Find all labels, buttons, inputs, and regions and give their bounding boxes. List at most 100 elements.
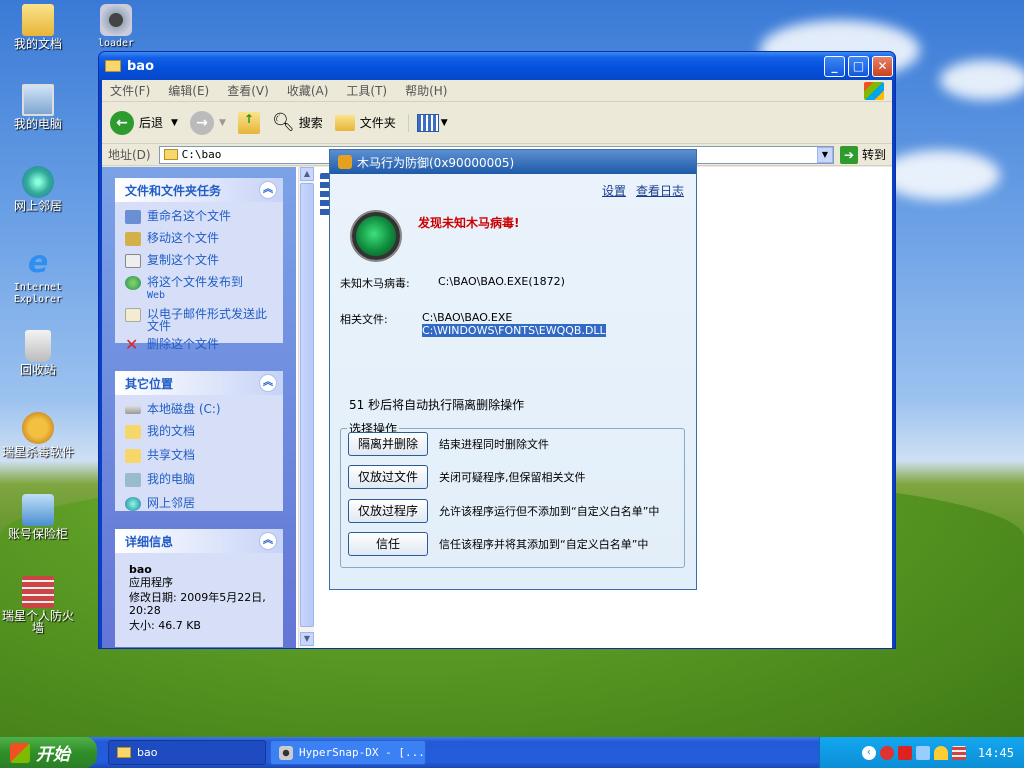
forward-arrow-icon: → (189, 110, 214, 135)
task-copy[interactable]: 复制这个文件 (115, 252, 283, 270)
menu-view[interactable]: 查看(V) (227, 82, 269, 99)
vertical-scrollbar[interactable]: ▲ ▼ (298, 167, 314, 648)
task-move[interactable]: 移动这个文件 (115, 230, 283, 248)
folder-icon (105, 60, 121, 72)
trust-button[interactable]: 信任 (348, 532, 428, 556)
menu-file[interactable]: 文件(F) (110, 82, 150, 99)
desktop-icon-rising-firewall[interactable]: 瑞星个人防火墙 (0, 576, 79, 634)
place-local-disk[interactable]: 本地磁盘 (C:) (115, 401, 283, 417)
other-places-header[interactable]: 其它位置 ︽ (115, 371, 283, 395)
clock[interactable]: 14:45 (978, 746, 1014, 760)
trojan-defense-dialog: 木马行为防御(0x90000005) 设置 查看日志 发现未知木马病毒! 未知木… (329, 149, 697, 590)
place-my-documents[interactable]: 我的文档 (115, 423, 283, 441)
place-label: 网上邻居 (147, 496, 196, 510)
up-folder-button[interactable]: ↑ (237, 111, 260, 134)
desktop-icon-internet-explorer[interactable]: e Internet Explorer (0, 248, 79, 306)
window-title: bao (127, 58, 155, 74)
details-panel: 详细信息 ︽ bao 应用程序 修改日期: 2009年5月22日, 20:28 … (115, 529, 283, 647)
security-icon[interactable] (897, 745, 912, 760)
scroll-thumb[interactable] (300, 183, 314, 627)
menu-favorites[interactable]: 收藏(A) (287, 82, 329, 99)
place-label: 我的电脑 (147, 472, 196, 486)
address-dropdown-button[interactable]: ▼ (816, 146, 833, 163)
task-label: 将这个文件发布到 (147, 275, 244, 289)
system-tray: ‹ 14:45 (819, 737, 1024, 768)
view-log-link[interactable]: 查看日志 (636, 182, 684, 199)
task-label: 删除这个文件 (147, 337, 220, 351)
place-network[interactable]: 网上邻居 (115, 495, 283, 513)
windows-logo-icon (10, 742, 30, 763)
copy-icon (125, 254, 141, 268)
shield-icon[interactable] (879, 745, 894, 760)
place-label: 共享文档 (147, 448, 196, 462)
desktop-icon-my-documents[interactable]: 我的文档 (0, 4, 79, 50)
task-publish[interactable]: 将这个文件发布到 Web (115, 274, 283, 304)
panel-title: 其它位置 (125, 376, 174, 391)
settings-link[interactable]: 设置 (602, 182, 626, 199)
collapse-icon[interactable]: ︽ (259, 532, 277, 550)
firewall-icon[interactable] (951, 745, 966, 760)
folders-button[interactable]: 文件夹 (334, 114, 396, 131)
place-my-computer[interactable]: 我的电脑 (115, 471, 283, 489)
details-modified: 修改日期: 2009年5月22日, 20:28 (129, 591, 266, 617)
file-tasks-header[interactable]: 文件和文件夹任务 ︽ (115, 178, 283, 202)
desktop-icon-my-computer[interactable]: 我的电脑 (0, 84, 79, 130)
desktop-icon-label: 网上邻居 (13, 199, 62, 213)
allow-program-button[interactable]: 仅放过程序 (348, 499, 428, 523)
taskbar-item-hypersnap[interactable]: HyperSnap-DX - [... (270, 740, 426, 765)
scroll-down-button[interactable]: ▼ (300, 632, 314, 646)
task-email[interactable]: 以电子邮件形式发送此文件 (115, 306, 283, 334)
scroll-up-button[interactable]: ▲ (300, 167, 314, 181)
explorer-titlebar[interactable]: bao (99, 52, 895, 80)
collapse-icon[interactable]: ︽ (259, 374, 277, 392)
windows-logo-icon (864, 81, 884, 100)
desktop-icon-label: 回收站 (19, 363, 56, 377)
back-label: 后退 (139, 116, 164, 130)
minimize-button[interactable]: _ (824, 56, 845, 77)
quarantine-delete-button[interactable]: 隔离并删除 (348, 432, 428, 456)
desktop-icon-loader[interactable]: loader (75, 4, 157, 50)
desktop-icon-network[interactable]: 网上邻居 (0, 166, 79, 212)
chevron-down-icon: ▼ (171, 117, 178, 128)
desktop-icon-label: 我的文档 (13, 37, 62, 51)
collapse-icon[interactable]: ︽ (259, 181, 277, 199)
tray-expand-icon[interactable]: ‹ (861, 745, 876, 760)
menu-tools[interactable]: 工具(T) (346, 82, 387, 99)
views-button[interactable]: ▼ (407, 113, 448, 132)
details-size: 大小: 46.7 KB (129, 619, 201, 632)
file-tasks-panel: 文件和文件夹任务 ︽ 重命名这个文件 移动这个文件 复制这个文件 将这个文件发布… (115, 178, 283, 353)
go-button[interactable]: ➔ 转到 (839, 145, 886, 164)
toolbar: ← 后退 ▼ → ▼ ↑ 🔍︎ 搜索 文件夹 ▼ (102, 102, 892, 144)
related-file-selected[interactable]: C:\WINDOWS\FONTS\EWQQB.DLL (422, 324, 606, 337)
place-shared-documents[interactable]: 共享文档 (115, 447, 283, 465)
taskbar-item-bao[interactable]: bao (108, 740, 266, 765)
desktop-icon-rising-antivirus[interactable]: 瑞星杀毒软件 (0, 412, 79, 458)
network-icon[interactable] (915, 745, 930, 760)
task-label: 移动这个文件 (147, 231, 220, 245)
details-header[interactable]: 详细信息 ︽ (115, 529, 283, 553)
menu-help[interactable]: 帮助(H) (405, 82, 447, 99)
task-delete[interactable]: ✕ 删除这个文件 (115, 336, 283, 354)
folder-icon (117, 747, 131, 758)
desktop-icon-label: 瑞星个人防火墙 (1, 609, 74, 635)
forward-button[interactable]: → ▼ (189, 110, 226, 135)
task-sublabel: Web (147, 290, 166, 301)
desktop-icon-account-vault[interactable]: 账号保险柜 (0, 494, 79, 540)
menu-edit[interactable]: 编辑(E) (168, 82, 209, 99)
vault-icon (22, 494, 54, 526)
back-button[interactable]: ← 后退 ▼ (110, 110, 178, 135)
cloud (880, 150, 1000, 200)
allow-file-button[interactable]: 仅放过文件 (348, 465, 428, 489)
desktop-icon-recycle-bin[interactable]: 回收站 (0, 330, 79, 376)
task-rename[interactable]: 重命名这个文件 (115, 208, 283, 226)
maximize-button[interactable]: □ (848, 56, 869, 77)
close-button[interactable]: ✕ (872, 56, 893, 77)
dialog-titlebar[interactable]: 木马行为防御(0x90000005) (330, 150, 696, 174)
umbrella-icon[interactable] (933, 745, 948, 760)
search-button[interactable]: 🔍︎ 搜索 (272, 112, 323, 133)
dialog-body: 设置 查看日志 发现未知木马病毒! 未知木马病毒: C:\BAO\BAO.EXE… (330, 174, 696, 589)
start-button[interactable]: 开始 (0, 737, 97, 768)
address-value: C:\bao (181, 148, 222, 161)
cloud (940, 60, 1024, 100)
action-description: 允许该程序运行但不添加到“自定义白名单”中 (439, 505, 660, 518)
